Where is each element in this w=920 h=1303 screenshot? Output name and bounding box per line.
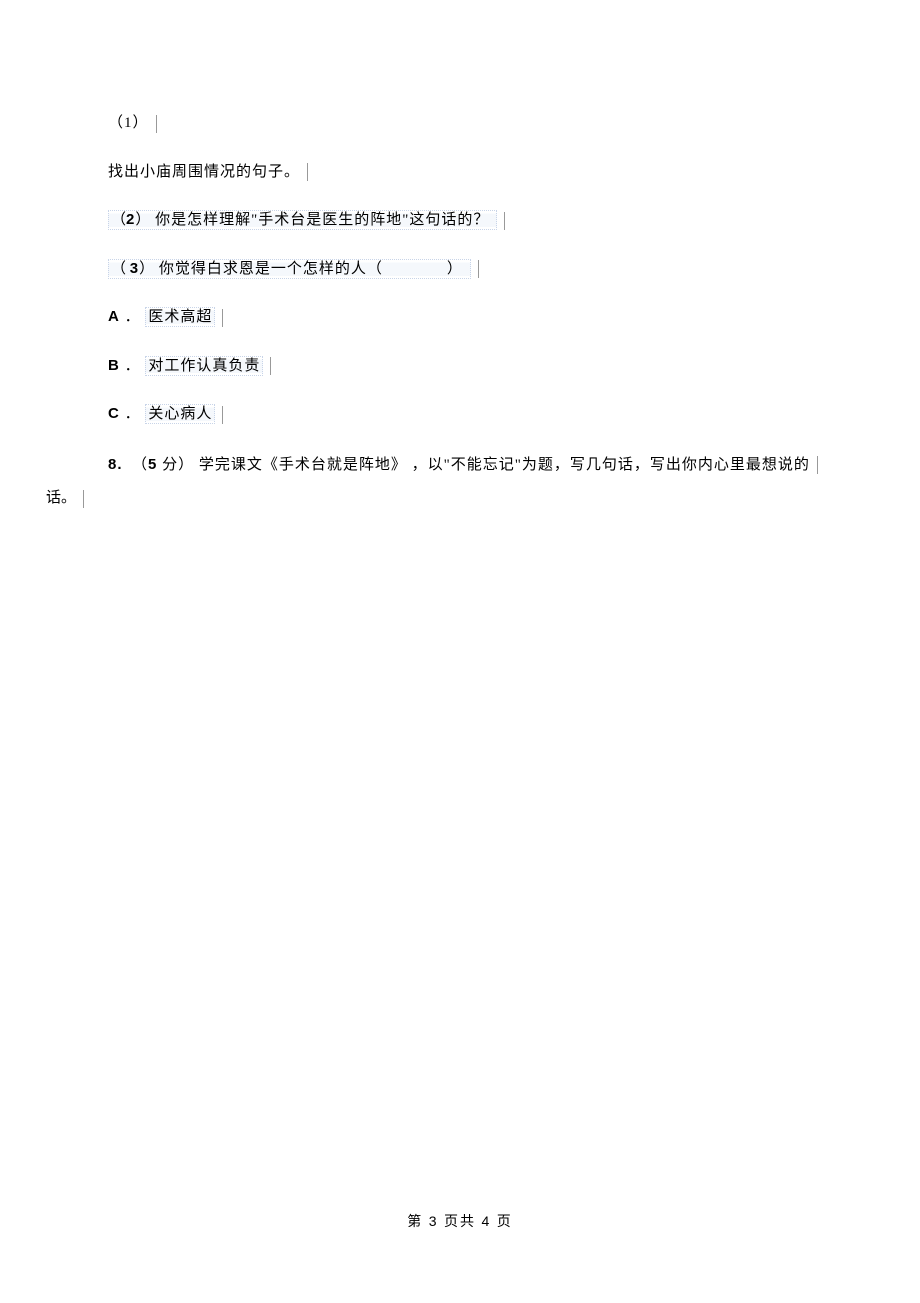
cursor-mark: [816, 456, 818, 474]
cursor-mark: [503, 212, 505, 230]
question-1-text: 找出小庙周围情况的句子。: [86, 161, 876, 184]
option-c-text: 关心病人: [145, 404, 215, 424]
option-a-dot: ．: [120, 309, 141, 325]
option-a-label: A: [108, 308, 120, 325]
q1-num-text: （1）: [108, 115, 149, 131]
page-footer: 第 3 页共 4 页: [0, 1211, 920, 1231]
footer-prefix: 第: [407, 1215, 429, 1230]
q8-number: 8.: [108, 456, 123, 473]
cursor-mark: [477, 260, 479, 278]
question-3: （ 3） 你觉得白求恩是一个怎样的人（ ）: [86, 258, 876, 281]
option-b-dot: ．: [120, 358, 141, 374]
cursor-mark: [155, 115, 157, 133]
cursor-mark: [221, 309, 223, 327]
q1-body: 找出小庙周围情况的句子。: [108, 164, 300, 180]
option-c: C ． 关心病人: [86, 403, 876, 426]
footer-total-pages: 4: [482, 1213, 492, 1229]
question-1-number: （1）: [86, 112, 876, 135]
q8-points: （5 分）: [132, 457, 194, 473]
q3-highlighted: （ 3） 你觉得白求恩是一个怎样的人（ ）: [108, 259, 471, 279]
q8-text-part2: 话。: [46, 490, 76, 506]
cursor-mark: [269, 357, 271, 375]
cursor-mark: [221, 406, 223, 424]
option-a-text: 医术高超: [145, 307, 215, 327]
question-8: 8. （5 分） 学完课文《手术台就是阵地》 ，以"不能忘记"为题，写几句话，写…: [86, 452, 876, 479]
option-c-label: C: [108, 405, 120, 422]
cursor-mark: [82, 490, 84, 508]
q8-text-part1: 学完课文《手术台就是阵地》 ，以"不能忘记"为题，写几句话，写出你内心里最想说的: [194, 457, 810, 473]
question-2: （2） 你是怎样理解"手术台是医生的阵地"这句话的？: [86, 209, 876, 232]
footer-mid: 页共: [439, 1215, 482, 1230]
cursor-mark: [306, 163, 308, 181]
option-c-dot: ．: [120, 406, 141, 422]
document-content: （1） 找出小庙周围情况的句子。 （2） 你是怎样理解"手术台是医生的阵地"这句…: [86, 112, 876, 508]
option-a: A ． 医术高超: [86, 306, 876, 329]
option-b: B ． 对工作认真负责: [86, 355, 876, 378]
q3-text: 你觉得白求恩是一个怎样的人（ ）: [154, 261, 463, 277]
footer-current-page: 3: [429, 1213, 439, 1229]
q2-text: 你是怎样理解"手术台是医生的阵地"这句话的？: [150, 212, 489, 228]
option-b-text: 对工作认真负责: [145, 356, 263, 376]
option-b-label: B: [108, 357, 120, 374]
footer-suffix: 页: [491, 1215, 513, 1230]
question-8-continuation: 话。: [46, 486, 876, 508]
q2-highlighted: （2） 你是怎样理解"手术台是医生的阵地"这句话的？: [108, 210, 497, 230]
